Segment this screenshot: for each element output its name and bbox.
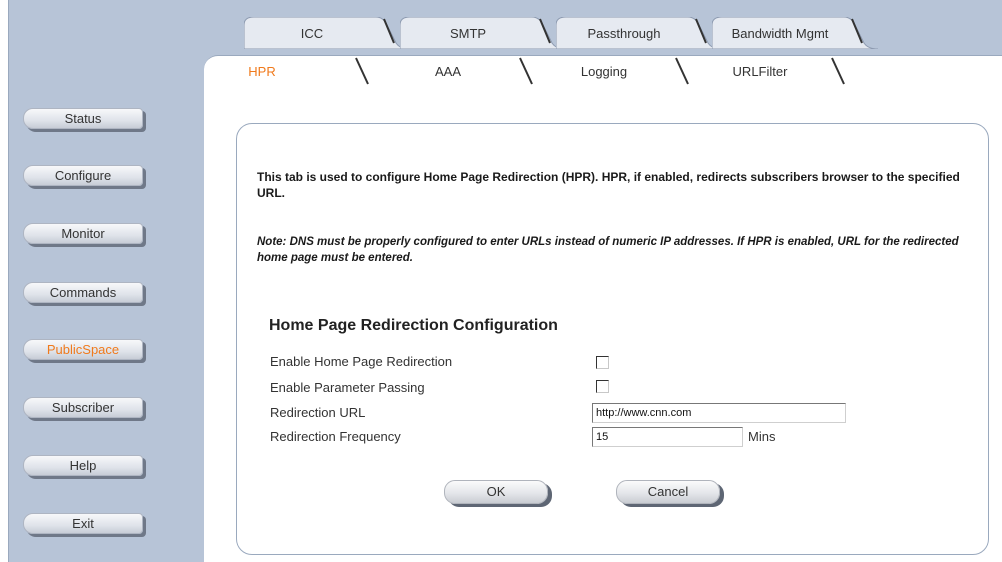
redirection-url-label: Redirection URL: [270, 405, 366, 420]
enable-param-label: Enable Parameter Passing: [270, 380, 425, 395]
dns-note: Note: DNS must be properly configured to…: [257, 236, 959, 264]
enable-hpr-label: Enable Home Page Redirection: [270, 354, 453, 369]
enable-hpr-checkbox[interactable]: [596, 356, 609, 369]
redirection-frequency-input[interactable]: 15: [592, 427, 743, 447]
tab-smtp[interactable]: SMTP: [400, 17, 566, 49]
sidebar-item-publicspace[interactable]: PublicSpace: [23, 339, 143, 360]
redirection-frequency-label: Redirection Frequency: [270, 429, 401, 444]
tab-aaa[interactable]: AAA: [380, 56, 546, 88]
tab-hpr[interactable]: HPR: [204, 56, 390, 88]
frequency-unit: Mins: [748, 429, 776, 444]
tab-label: Passthrough: [587, 26, 661, 41]
sidebar-item-status[interactable]: Status: [23, 108, 143, 129]
tab-bandwidth-mgmt[interactable]: Bandwidth Mgmt: [712, 17, 878, 49]
sidebar-item-exit[interactable]: Exit: [23, 513, 143, 534]
sidebar-item-help[interactable]: Help: [23, 455, 143, 476]
tab-label: SMTP: [449, 26, 487, 41]
tab-row-lower: HPR AAA Logging URLFilter: [204, 55, 1002, 88]
tab-strip: ICC SMTP Passthrough Bandwidth Mgmt HPR …: [204, 0, 1002, 88]
enable-param-checkbox[interactable]: [596, 380, 609, 393]
tab-label: Bandwidth Mgmt: [731, 26, 829, 41]
tab-logging[interactable]: Logging: [536, 56, 702, 88]
redirection-url-input[interactable]: http://www.cnn.com: [592, 403, 846, 423]
sidebar-item-commands[interactable]: Commands: [23, 282, 143, 303]
sidebar-item-configure[interactable]: Configure: [23, 165, 143, 186]
tab-urlfilter[interactable]: URLFilter: [692, 56, 858, 88]
sidebar-nav: Status Configure Monitor Commands Public…: [8, 0, 204, 562]
tab-label: AAA: [434, 64, 461, 79]
tab-label: Logging: [580, 64, 628, 79]
sidebar-item-monitor[interactable]: Monitor: [23, 223, 143, 244]
tab-icc[interactable]: ICC: [244, 17, 410, 49]
tab-label: ICC: [300, 26, 324, 41]
ok-button[interactable]: OK: [444, 480, 548, 504]
tab-label: URLFilter: [732, 64, 788, 79]
cancel-button[interactable]: Cancel: [616, 480, 720, 504]
hpr-panel: This tab is used to configure Home Page …: [236, 123, 989, 555]
tab-passthrough[interactable]: Passthrough: [556, 17, 722, 49]
tab-label: HPR: [248, 64, 276, 79]
intro-text: This tab is used to configure Home Page …: [257, 170, 960, 200]
section-title: Home Page Redirection Configuration: [269, 317, 558, 334]
sidebar-item-subscriber[interactable]: Subscriber: [23, 397, 143, 418]
